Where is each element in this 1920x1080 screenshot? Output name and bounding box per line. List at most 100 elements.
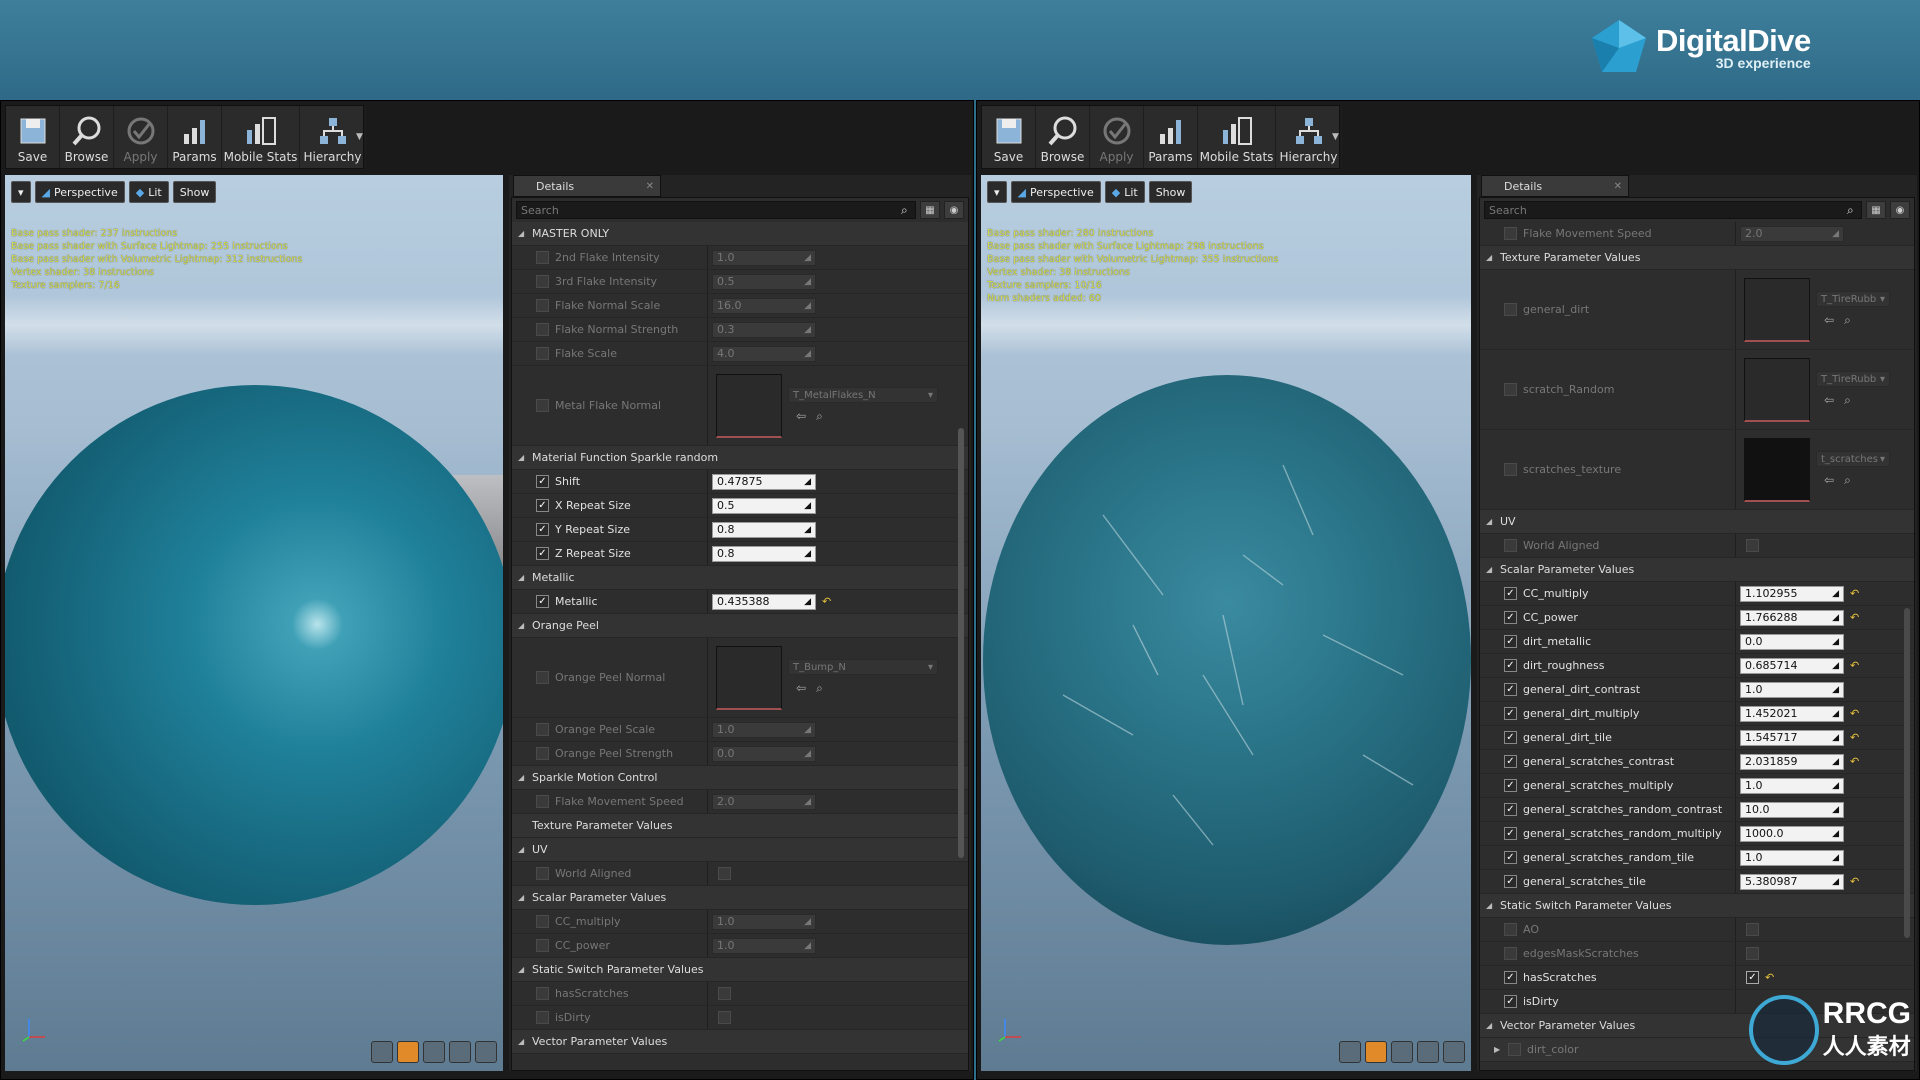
numeric-value[interactable]: 1.545717	[1745, 731, 1798, 744]
preview-sphere-icon[interactable]	[1365, 1041, 1387, 1063]
numeric-field[interactable]: 1.452021 ◢	[1740, 705, 1844, 722]
numeric-field[interactable]: 0.5 ◢	[712, 273, 816, 290]
override-checkbox[interactable]: ✓	[1504, 971, 1517, 984]
collapse-arrow-icon[interactable]: ◢	[518, 573, 526, 582]
category-header[interactable]: ◢ Texture Parameter Values	[1480, 246, 1914, 270]
collapse-arrow-icon[interactable]: ◢	[518, 893, 526, 902]
numeric-field[interactable]: 1.0 ◢	[1740, 849, 1844, 866]
drag-handle-icon[interactable]: ◢	[1832, 613, 1839, 623]
numeric-field[interactable]: 0.0 ◢	[712, 745, 816, 762]
drag-handle-icon[interactable]: ◢	[804, 349, 811, 359]
browse-button[interactable]: Browse	[60, 106, 114, 168]
collapse-arrow-icon[interactable]: ◢	[518, 845, 526, 854]
preview-plane-icon[interactable]	[423, 1041, 445, 1063]
override-checkbox[interactable]	[536, 915, 549, 928]
numeric-field[interactable]: 0.47875 ◢	[712, 473, 816, 490]
property-matrix-icon[interactable]: ▦	[1866, 201, 1886, 219]
close-icon[interactable]: ✕	[1614, 181, 1622, 192]
perspective-button[interactable]: ◢ Perspective	[34, 181, 125, 203]
numeric-field[interactable]: 1.0 ◢	[712, 913, 816, 930]
numeric-value[interactable]: 10.0	[1745, 803, 1770, 816]
override-checkbox[interactable]	[1504, 947, 1517, 960]
viewport-options-button[interactable]: ▾	[987, 181, 1007, 203]
preview-cylinder-icon[interactable]	[1339, 1041, 1361, 1063]
texture-thumbnail[interactable]	[1744, 437, 1810, 502]
reset-to-default-icon[interactable]: ↶	[1850, 611, 1859, 624]
override-checkbox[interactable]	[536, 867, 549, 880]
preview-cube-icon[interactable]	[1417, 1041, 1439, 1063]
numeric-value[interactable]: 4.0	[717, 347, 735, 360]
numeric-field[interactable]: 1.0 ◢	[1740, 681, 1844, 698]
numeric-value[interactable]: 0.5	[717, 499, 735, 512]
browse-icon[interactable]: ⌕	[1844, 393, 1851, 408]
params-button[interactable]: Params	[168, 106, 222, 168]
preview-sphere-icon[interactable]	[397, 1041, 419, 1063]
apply-button[interactable]: Apply	[1090, 106, 1144, 168]
drag-handle-icon[interactable]: ◢	[804, 477, 811, 487]
collapse-arrow-icon[interactable]: ◢	[1486, 1021, 1494, 1030]
scrollbar[interactable]	[1904, 608, 1910, 938]
numeric-field[interactable]: 1.102955 ◢	[1740, 585, 1844, 602]
viewport-options-button[interactable]: ▾	[11, 181, 31, 203]
numeric-value[interactable]: 2.0	[717, 795, 735, 808]
collapse-arrow-icon[interactable]: ◢	[518, 621, 526, 630]
texture-combo[interactable]: T_TireRubb ▾	[1816, 291, 1890, 307]
numeric-value[interactable]: 0.3	[717, 323, 735, 336]
override-checkbox[interactable]	[536, 795, 549, 808]
drag-handle-icon[interactable]: ◢	[804, 917, 811, 927]
drag-handle-icon[interactable]: ◢	[804, 325, 811, 335]
use-selected-icon[interactable]: ⇦	[796, 409, 806, 424]
texture-combo[interactable]: T_MetalFlakes_N ▾	[788, 387, 938, 403]
numeric-value[interactable]: 16.0	[717, 299, 742, 312]
collapse-arrow-icon[interactable]: ◢	[518, 965, 526, 974]
override-checkbox[interactable]	[1504, 303, 1517, 316]
numeric-value[interactable]: 0.5	[717, 275, 735, 288]
numeric-value[interactable]: 1.0	[1745, 851, 1763, 864]
numeric-value[interactable]: 2.031859	[1745, 755, 1798, 768]
override-checkbox[interactable]: ✓	[1504, 707, 1517, 720]
scrollbar[interactable]	[958, 428, 964, 858]
bool-checkbox[interactable]	[1746, 923, 1759, 936]
collapse-arrow-icon[interactable]: ◢	[518, 229, 526, 238]
collapse-arrow-icon[interactable]: ◢	[518, 773, 526, 782]
browse-icon[interactable]: ⌕	[816, 681, 823, 696]
drag-handle-icon[interactable]: ◢	[1832, 733, 1839, 743]
override-checkbox[interactable]: ✓	[536, 523, 549, 536]
use-selected-icon[interactable]: ⇦	[796, 681, 806, 696]
bool-checkbox[interactable]	[718, 867, 731, 880]
override-checkbox[interactable]: ✓	[536, 595, 549, 608]
numeric-field[interactable]: 2.0 ◢	[712, 793, 816, 810]
bool-checkbox[interactable]	[1746, 539, 1759, 552]
params-button[interactable]: Params	[1144, 106, 1198, 168]
preview-viewport[interactable]: ▾ ◢ Perspective ◆ Lit Show Base pass shade…	[981, 175, 1471, 1071]
bool-checkbox[interactable]: ✓	[1746, 971, 1759, 984]
bool-checkbox[interactable]	[1746, 947, 1759, 960]
show-button[interactable]: Show	[1148, 181, 1193, 203]
drag-handle-icon[interactable]: ◢	[1832, 229, 1839, 239]
category-header[interactable]: ◢ Static Switch Parameter Values	[512, 958, 968, 982]
texture-thumbnail[interactable]	[1744, 277, 1810, 342]
save-button[interactable]: Save	[6, 106, 60, 168]
override-checkbox[interactable]	[536, 987, 549, 1000]
override-checkbox[interactable]: ✓	[1504, 731, 1517, 744]
override-checkbox[interactable]: ✓	[1504, 683, 1517, 696]
numeric-value[interactable]: 1000.0	[1745, 827, 1784, 840]
numeric-field[interactable]: 4.0 ◢	[712, 345, 816, 362]
numeric-value[interactable]: 1.0	[717, 939, 735, 952]
drag-handle-icon[interactable]: ◢	[804, 301, 811, 311]
show-button[interactable]: Show	[172, 181, 217, 203]
override-checkbox[interactable]	[1504, 539, 1517, 552]
override-checkbox[interactable]	[536, 399, 549, 412]
numeric-field[interactable]: 2.031859 ◢	[1740, 753, 1844, 770]
numeric-value[interactable]: 1.766288	[1745, 611, 1798, 624]
override-checkbox[interactable]	[536, 299, 549, 312]
drag-handle-icon[interactable]: ◢	[804, 941, 811, 951]
numeric-field[interactable]: 0.8 ◢	[712, 521, 816, 538]
numeric-field[interactable]: 1.0 ◢	[712, 721, 816, 738]
collapse-arrow-icon[interactable]: ◢	[518, 1037, 526, 1046]
category-header[interactable]: ◢ Material Function Sparkle random	[512, 446, 968, 470]
drag-handle-icon[interactable]: ◢	[1832, 805, 1839, 815]
lit-button[interactable]: ◆ Lit	[128, 181, 169, 203]
numeric-field[interactable]: 16.0 ◢	[712, 297, 816, 314]
apply-button[interactable]: Apply	[114, 106, 168, 168]
